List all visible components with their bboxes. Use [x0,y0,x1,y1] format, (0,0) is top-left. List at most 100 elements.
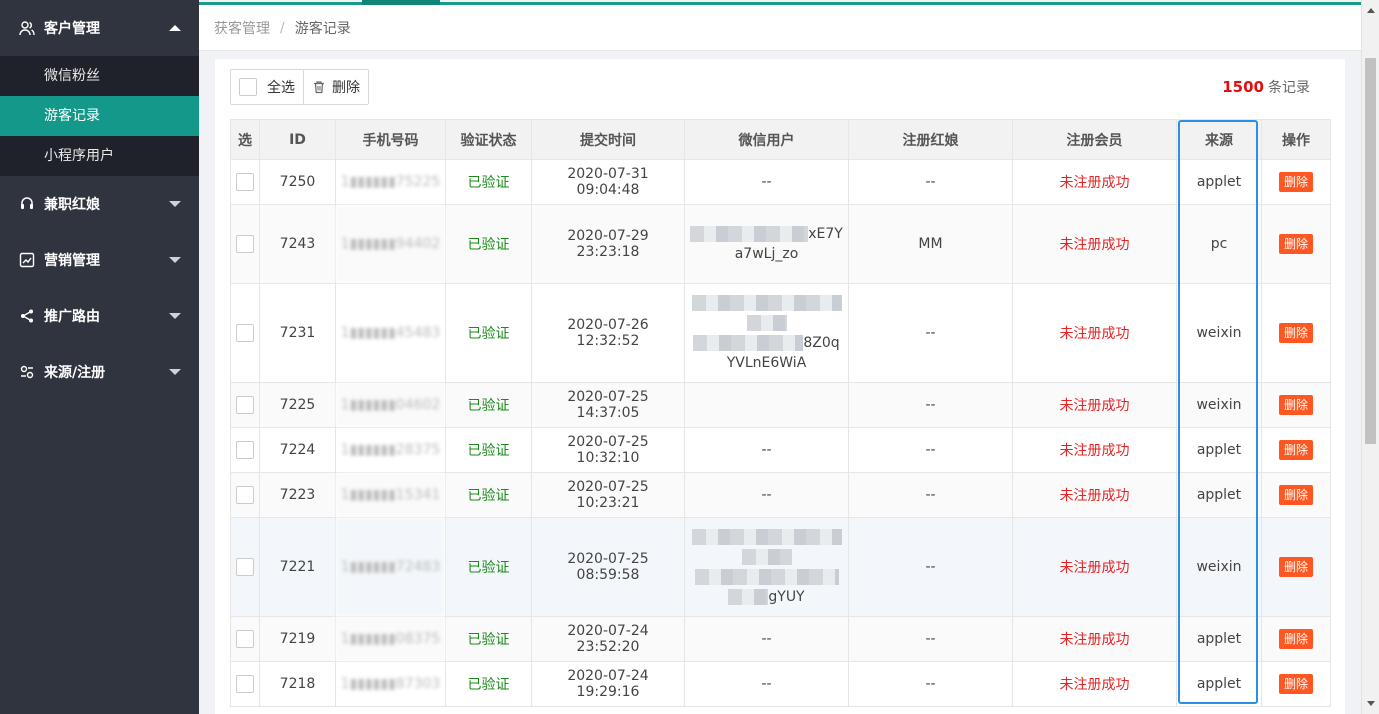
sidebar-group-promotion[interactable]: 推广路由 [0,288,199,344]
cell-time: 2020-07-25 14:37:05 [531,382,685,428]
sidebar-group-customers[interactable]: 客户管理 [0,0,199,56]
delete-button[interactable]: 删除 [1278,557,1313,577]
cell-time: 2020-07-25 08:59:58 [531,517,685,617]
sidebar-item-visitor-records[interactable]: 游客记录 [0,96,199,136]
wechat-id-line: YVLnE6WiA [726,355,807,371]
row-checkbox[interactable] [236,675,254,693]
sidebar-group-label: 营销管理 [44,253,100,269]
select-all-checkbox[interactable] [239,78,257,96]
select-all-button[interactable]: 全选 [231,70,303,104]
sidebar-group-matchmakers[interactable]: 兼职红娘 [0,176,199,232]
row-checkbox[interactable] [236,486,254,504]
cell-member: 未注册成功 [1012,427,1177,473]
column-header-actions: 操作 [1261,119,1331,160]
cell-wechat-user: -- [684,661,849,707]
row-checkbox[interactable] [236,396,254,414]
column-header-matchmaker: 注册红娘 [848,119,1013,160]
bulk-delete-label: 删除 [332,80,360,96]
scroll-up-icon[interactable] [1367,8,1375,13]
sidebar-group-marketing[interactable]: 营销管理 [0,232,199,288]
table-row: 7223 1▮▮▮▮▮▮15341 已验证 2020-07-25 10:23:2… [230,472,1331,518]
table-row: 7250 1▮▮▮▮▮▮75225 已验证 2020-07-31 09:04:4… [230,159,1331,205]
redacted-line [689,547,844,567]
delete-button[interactable]: 删除 [1278,172,1313,192]
cell-member: 未注册成功 [1012,661,1177,707]
row-checkbox[interactable] [236,558,254,576]
redacted-block [728,589,769,605]
sidebar-item-wechat-fans[interactable]: 微信粉丝 [0,56,199,96]
delete-button[interactable]: 删除 [1278,440,1313,460]
cell-status: 已验证 [445,382,532,428]
source-icon [18,363,36,381]
row-select-cell [230,159,260,205]
redacted-block [691,529,842,545]
column-header-member: 注册会员 [1012,119,1177,160]
cell-time: 2020-07-31 09:04:48 [531,159,685,205]
cell-actions: 删除 [1261,283,1331,383]
redacted-line [689,567,844,587]
delete-button[interactable]: 删除 [1278,234,1313,254]
cell-phone: 1▮▮▮▮▮▮15341 [335,472,446,518]
column-header-time: 提交时间 [531,119,685,160]
cell-id: 7219 [259,616,336,662]
cell-status: 已验证 [445,204,532,284]
redacted-block [693,335,804,351]
delete-button[interactable]: 删除 [1278,323,1313,343]
table-header-row: 选 ID 手机号码 验证状态 提交时间 微信用户 注册红娘 注册会员 来源 操作 [230,119,1331,160]
table-row: 7219 1▮▮▮▮▮▮08375 已验证 2020-07-24 23:52:2… [230,616,1331,662]
cell-actions: 删除 [1261,616,1331,662]
delete-button[interactable]: 删除 [1278,629,1313,649]
cell-source: weixin [1176,517,1262,617]
chevron-down-icon [169,313,181,319]
row-checkbox[interactable] [236,630,254,648]
cell-source: applet [1176,616,1262,662]
wechat-id-line: xE7Y [689,224,844,244]
cell-source: applet [1176,661,1262,707]
redacted-line [689,293,844,313]
row-checkbox[interactable] [236,324,254,342]
sidebar-group-source[interactable]: 来源/注册 [0,344,199,400]
cell-time: 2020-07-26 12:32:52 [531,283,685,383]
cell-status: 已验证 [445,159,532,205]
row-checkbox[interactable] [236,173,254,191]
cell-time: 2020-07-29 23:23:18 [531,204,685,284]
row-checkbox[interactable] [236,441,254,459]
cell-source: applet [1176,427,1262,473]
cell-source: pc [1176,204,1262,284]
cell-matchmaker: -- [848,661,1013,707]
admin-app: 客户管理 微信粉丝 游客记录 小程序用户 兼职红娘 营销管理 推广路由 来源/注… [0,0,1379,714]
cell-source: applet [1176,159,1262,205]
sidebar-item-miniprogram-users[interactable]: 小程序用户 [0,136,199,176]
delete-button[interactable]: 删除 [1278,485,1313,505]
wechat-id-line: 8Z0q [689,333,844,353]
row-checkbox[interactable] [236,235,254,253]
cell-actions: 删除 [1261,159,1331,205]
cell-member: 未注册成功 [1012,382,1177,428]
cell-actions: 删除 [1261,204,1331,284]
cell-phone: 1▮▮▮▮▮▮08375 [335,616,446,662]
table-row: 7243 1▮▮▮▮▮▮94402 已验证 2020-07-29 23:23:1… [230,204,1331,284]
cell-status: 已验证 [445,517,532,617]
bulk-delete-button[interactable]: 删除 [303,70,368,104]
record-count: 1500 条记录 [1222,77,1310,97]
column-header-select: 选 [230,119,260,160]
cell-matchmaker: -- [848,283,1013,383]
cell-status: 已验证 [445,661,532,707]
scroll-thumb[interactable] [1365,58,1376,444]
record-count-number: 1500 [1222,78,1264,96]
delete-button[interactable]: 删除 [1278,395,1313,415]
main-content: 全选 删除 1500 条记录 选 ID 手机号码 验证状态 提交时间 微信用户 … [215,59,1345,714]
scroll-down-icon[interactable] [1367,701,1375,706]
column-header-source: 来源 [1176,119,1262,160]
page-scrollbar[interactable] [1361,0,1379,714]
table-row: 7221 1▮▮▮▮▮▮72483 已验证 2020-07-25 08:59:5… [230,517,1331,617]
cell-id: 7243 [259,204,336,284]
cell-id: 7221 [259,517,336,617]
cell-matchmaker: -- [848,382,1013,428]
breadcrumb-parent[interactable]: 获客管理 [214,18,270,38]
delete-button[interactable]: 删除 [1278,674,1313,694]
chevron-down-icon [169,369,181,375]
cell-phone: 1▮▮▮▮▮▮72483 [335,517,446,617]
breadcrumb-separator: / [280,19,285,36]
cell-member: 未注册成功 [1012,159,1177,205]
